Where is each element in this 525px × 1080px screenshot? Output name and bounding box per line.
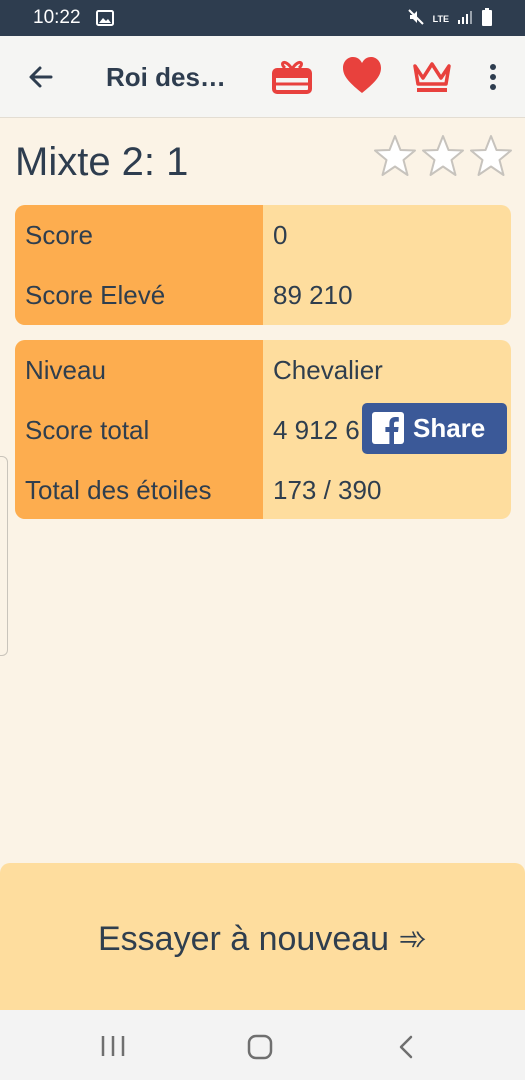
back-arrow-icon[interactable] — [26, 62, 56, 92]
stat-label: Score total — [25, 415, 150, 445]
score-card: Score 0 Score Elevé 89 210 — [15, 205, 511, 325]
recent-apps-icon[interactable] — [100, 1034, 126, 1058]
stat-label: Score — [25, 220, 93, 250]
facebook-icon — [372, 412, 404, 444]
app-bar: Roi des… — [0, 36, 525, 118]
stat-label: Niveau — [25, 355, 106, 385]
signal-icon — [457, 9, 473, 30]
heart-icon[interactable] — [341, 56, 383, 96]
stat-label: Total des étoiles — [25, 475, 212, 505]
stat-row-total-stars: Total des étoiles 173 / 390 — [15, 460, 511, 519]
facebook-share-button[interactable]: Share — [362, 403, 507, 454]
star-empty-icon — [422, 135, 464, 176]
battery-icon — [481, 8, 493, 31]
network-type: LTE — [432, 14, 449, 24]
stat-value: Chevalier — [273, 355, 383, 385]
stat-value: 89 210 — [273, 280, 353, 310]
status-icons: LTE — [407, 8, 493, 31]
stat-row-high-score: Score Elevé 89 210 — [15, 265, 511, 325]
nav-back-icon[interactable] — [397, 1034, 415, 1060]
stat-label: Score Elevé — [25, 280, 166, 310]
stat-row-level: Niveau Chevalier — [15, 340, 511, 400]
status-time: 10:22 — [33, 7, 81, 28]
stat-value: 0 — [273, 220, 288, 250]
status-bar: 10:22 LTE — [0, 0, 525, 36]
crown-icon[interactable] — [412, 58, 452, 94]
mute-icon — [407, 8, 425, 31]
star-rating — [372, 133, 514, 179]
retry-label: Essayer à nouveau ➾ — [97, 920, 427, 958]
stat-value: 173 / 390 — [273, 475, 382, 505]
stat-value: 4 912 6 — [273, 415, 360, 445]
retry-button[interactable]: Essayer à nouveau ➾ — [0, 863, 525, 1010]
system-nav-bar — [0, 1010, 525, 1080]
side-panel-handle[interactable] — [0, 456, 8, 656]
gift-icon[interactable] — [271, 56, 313, 96]
star-empty-icon — [374, 135, 416, 176]
star-empty-icon — [470, 135, 512, 176]
page-title: Roi des… — [106, 62, 226, 92]
level-title: Mixte 2: 1 — [15, 140, 189, 184]
gallery-icon — [96, 10, 114, 31]
more-vert-icon[interactable] — [483, 60, 503, 94]
stat-row-score: Score 0 — [15, 205, 511, 265]
home-icon[interactable] — [246, 1033, 274, 1061]
share-label: Share — [413, 413, 486, 443]
